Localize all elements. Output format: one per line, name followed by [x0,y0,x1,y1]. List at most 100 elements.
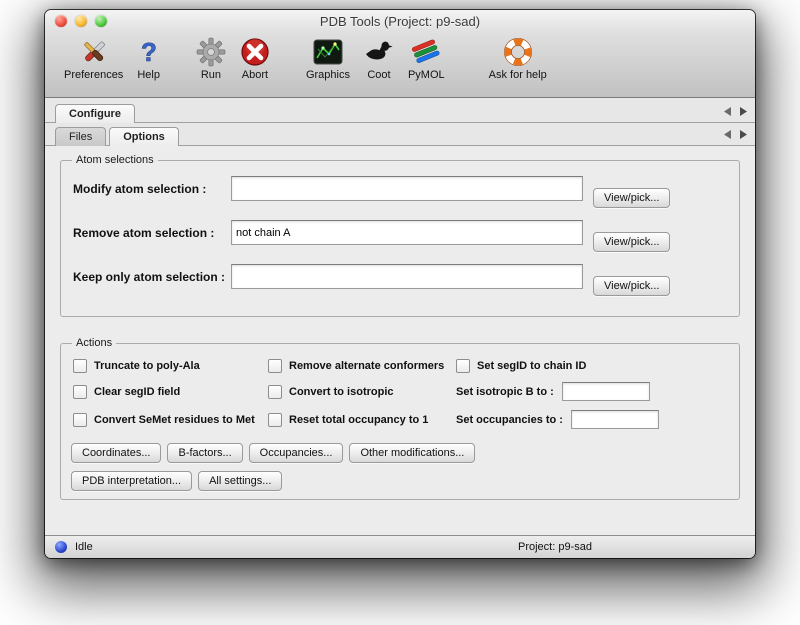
abort-button[interactable]: Abort [233,35,277,81]
chevron-left-icon [724,130,731,139]
svg-text:?: ? [141,37,157,67]
tab-files[interactable]: Files [55,127,106,146]
tab-configure[interactable]: Configure [55,104,135,123]
modify-view-pick-button[interactable]: View/pick... [593,188,670,208]
set-occupancies-field: Set occupancies to : [456,410,729,429]
preferences-button[interactable]: Preferences [57,35,130,81]
actions-group: Actions Truncate to poly-Ala Remove alte… [60,337,740,500]
window-title: PDB Tools (Project: p9-sad) [45,14,755,29]
pdb-interpretation-button[interactable]: PDB interpretation... [71,471,192,491]
ask-for-help-button[interactable]: Ask for help [482,35,554,81]
truncate-poly-ala-checkbox[interactable]: Truncate to poly-Ala [73,359,268,373]
checkbox-label: Reset total occupancy to 1 [289,414,428,426]
actions-buttons-row-2: PDB interpretation... All settings... [71,471,729,491]
checkbox-icon [268,385,282,399]
titlebar[interactable]: PDB Tools (Project: p9-sad) [45,10,755,32]
chevron-right-icon [740,130,747,139]
graphics-icon [313,35,343,69]
checkbox-label: Remove alternate conformers [289,360,444,372]
tools-icon [79,35,109,69]
convert-semet-residues-checkbox[interactable]: Convert SeMet residues to Met [73,413,268,427]
main-tab-strip: Configure [45,98,755,123]
occupancies-button[interactable]: Occupancies... [249,443,344,463]
set-occupancies-input[interactable] [571,410,659,429]
set-segid-to-chain-id-checkbox[interactable]: Set segID to chain ID [456,359,729,373]
actions-grid: Truncate to poly-Ala Remove alternate co… [73,359,729,429]
checkbox-label: Set segID to chain ID [477,360,586,372]
coot-bird-icon [364,35,394,69]
set-isotropic-b-input[interactable] [562,382,650,401]
modify-atom-selection-input[interactable] [231,176,583,201]
project-label: Project: p9-sad [518,541,592,553]
reset-total-occupancy-checkbox[interactable]: Reset total occupancy to 1 [268,413,456,427]
checkbox-label: Convert SeMet residues to Met [94,414,255,426]
tab-scroll-left-button[interactable] [724,107,731,116]
close-button[interactable] [55,15,67,27]
toolbar-label-run: Run [201,69,221,81]
all-settings-button[interactable]: All settings... [198,471,282,491]
sub-tab-pager [724,130,747,145]
actions-buttons-row-1: Coordinates... B-factors... Occupancies.… [71,443,729,463]
remove-alternate-conformers-checkbox[interactable]: Remove alternate conformers [268,359,456,373]
checkbox-icon [268,413,282,427]
atom-selections-legend: Atom selections [72,154,158,166]
checkbox-icon [268,359,282,373]
statusbar: Idle Project: p9-sad [45,535,755,558]
zoom-button[interactable] [95,15,107,27]
pymol-button[interactable]: PyMOL [401,35,452,81]
status-indicator-icon [55,541,67,553]
toolbar-label-graphics: Graphics [306,69,350,81]
sub-tab-strip: Files Options [45,123,755,146]
lifebuoy-icon [503,35,533,69]
coordinates-button[interactable]: Coordinates... [71,443,161,463]
remove-atom-selection-input[interactable] [231,220,583,245]
keep-view-pick-button[interactable]: View/pick... [593,276,670,296]
toolbar-label-preferences: Preferences [64,69,123,81]
coot-button[interactable]: Coot [357,35,401,81]
minimize-button[interactable] [75,15,87,27]
checkbox-icon [73,359,87,373]
remove-view-pick-button[interactable]: View/pick... [593,232,670,252]
question-icon: ? [138,35,160,69]
set-occupancies-label: Set occupancies to : [456,414,563,426]
toolbar-label-ask-for-help: Ask for help [489,69,547,81]
modify-atom-selection-label: Modify atom selection : [73,176,231,196]
field-row: Remove atom selection : View/pick... [73,220,729,252]
clear-segid-field-checkbox[interactable]: Clear segID field [73,385,268,399]
pdb-tools-window: PDB Tools (Project: p9-sad) Preferences [45,10,755,558]
remove-atom-selection-label: Remove atom selection : [73,220,231,240]
checkbox-label: Clear segID field [94,386,180,398]
gear-icon [196,35,226,69]
options-panel: Atom selections Modify atom selection : … [45,146,755,535]
main-tab-pager [724,107,747,122]
toolbar: Preferences ? Help [45,32,755,98]
pymol-ribbon-icon [411,35,441,69]
other-modifications-button[interactable]: Other modifications... [349,443,475,463]
chevron-left-icon [724,107,731,116]
help-button[interactable]: ? Help [130,35,167,81]
field-row: Keep only atom selection : View/pick... [73,264,729,296]
run-button[interactable]: Run [189,35,233,81]
convert-to-isotropic-checkbox[interactable]: Convert to isotropic [268,385,456,399]
toolbar-label-abort: Abort [242,69,268,81]
status-text: Idle [75,541,93,553]
sub-tab-scroll-right-button[interactable] [740,130,747,139]
checkbox-icon [73,385,87,399]
traffic-lights [55,15,107,27]
graphics-button[interactable]: Graphics [299,35,357,81]
keep-only-atom-selection-input[interactable] [231,264,583,289]
chevron-right-icon [740,107,747,116]
toolbar-label-coot: Coot [367,69,390,81]
sub-tab-scroll-left-button[interactable] [724,130,731,139]
tab-options[interactable]: Options [109,127,179,146]
actions-legend: Actions [72,337,116,349]
set-isotropic-b-field: Set isotropic B to : [456,382,729,401]
b-factors-button[interactable]: B-factors... [167,443,242,463]
tab-scroll-right-button[interactable] [740,107,747,116]
toolbar-label-help: Help [137,69,160,81]
keep-only-atom-selection-label: Keep only atom selection : [73,264,231,284]
set-isotropic-b-label: Set isotropic B to : [456,386,554,398]
checkbox-icon [73,413,87,427]
checkbox-label: Convert to isotropic [289,386,394,398]
abort-icon [240,35,270,69]
